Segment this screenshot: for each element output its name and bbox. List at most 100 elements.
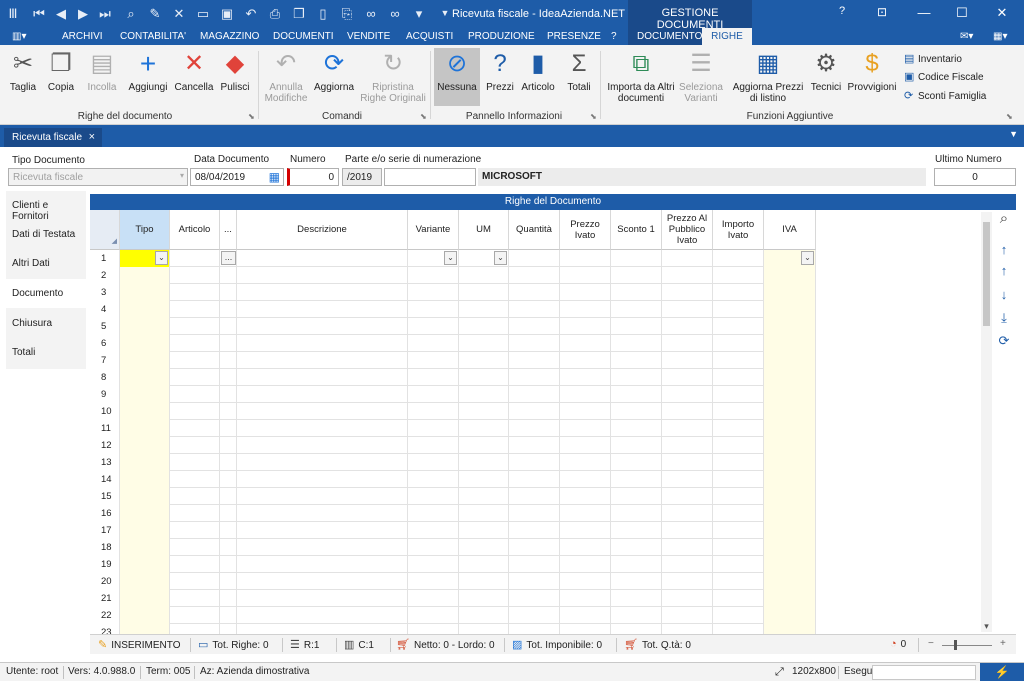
cell-articolo[interactable] [170,539,220,556]
cell-tipo[interactable] [120,318,170,335]
cell-sconto-1[interactable] [611,556,662,573]
cell-prezzo-ivato[interactable] [560,488,611,505]
cell-quantita[interactable] [509,471,560,488]
cell-descrizione[interactable] [237,369,408,386]
move-down-icon[interactable]: ↓ [994,287,1014,302]
col-variante[interactable]: Variante [408,210,459,250]
cell-quantita[interactable] [509,539,560,556]
cell-tipo[interactable] [120,420,170,437]
cell-tipo[interactable] [120,403,170,420]
cell-iva[interactable] [764,403,816,420]
cell-um[interactable] [459,590,509,607]
cell-sconto-1[interactable] [611,454,662,471]
cell-variante[interactable] [408,522,459,539]
cell-um[interactable] [459,318,509,335]
cell-importo-ivato[interactable] [713,267,764,284]
codice-fiscale-button[interactable]: ▣ Codice Fiscale [904,70,984,83]
cell-iva[interactable] [764,607,816,624]
cell-iva[interactable] [764,454,816,471]
calendar-icon[interactable]: ▦ [269,170,280,184]
cell-um[interactable] [459,420,509,437]
col-articolo[interactable]: Articolo [170,210,220,250]
menu-acquisti[interactable]: ACQUISTI [406,31,453,42]
cell-importo-ivato[interactable] [713,352,764,369]
cell-importo-ivato[interactable] [713,556,764,573]
cell-variante[interactable] [408,454,459,471]
pannello-launcher-icon[interactable]: ⬊ [590,112,597,121]
cell-ellipsis[interactable] [220,539,237,556]
cell-articolo[interactable] [170,590,220,607]
cell-iva[interactable] [764,522,816,539]
cell-prezzo-pubblico[interactable] [662,403,713,420]
cell-articolo[interactable] [170,386,220,403]
cell-sconto-1[interactable] [611,420,662,437]
cell-sconto-1[interactable] [611,539,662,556]
cell-prezzo-pubblico[interactable] [662,335,713,352]
table-row[interactable]: 8 [90,369,816,386]
cell-quantita[interactable] [509,505,560,522]
taglia-button[interactable]: ✂ Taglia [6,51,40,94]
cell-articolo[interactable] [170,301,220,318]
cell-tipo[interactable] [120,471,170,488]
cell-tipo[interactable] [120,352,170,369]
cell-variante[interactable] [408,318,459,335]
cell-articolo[interactable] [170,488,220,505]
esegui-input[interactable] [872,665,976,680]
cell-prezzo-ivato[interactable] [560,522,611,539]
scrollbar-thumb[interactable] [983,222,990,326]
copy-icon[interactable]: ❐ [290,6,308,22]
cell-prezzo-pubblico[interactable] [662,437,713,454]
cell-um[interactable] [459,403,509,420]
cell-sconto-1[interactable] [611,318,662,335]
zoom-in-button[interactable]: + [1000,638,1006,649]
cell-importo-ivato[interactable] [713,437,764,454]
cell-variante[interactable] [408,573,459,590]
grid-scrollbar[interactable]: ▾ [981,212,992,632]
cell-prezzo-ivato[interactable] [560,301,611,318]
row-number[interactable]: 4 [90,301,120,318]
row-number[interactable]: 21 [90,590,120,607]
table-row[interactable]: 1 ⌄... ⌄ ⌄ ⌄ [90,250,816,267]
cell-quantita[interactable] [509,454,560,471]
cell-tipo[interactable] [120,539,170,556]
cell-articolo[interactable] [170,352,220,369]
row-number[interactable]: 16 [90,505,120,522]
cell-tipo[interactable] [120,267,170,284]
lightning-icon[interactable]: ⚡ [980,663,1024,681]
cell-sconto-1[interactable] [611,369,662,386]
cell-sconto-1[interactable] [611,335,662,352]
cell-prezzo-ivato[interactable] [560,505,611,522]
cell-quantita[interactable] [509,573,560,590]
cell-quantita[interactable] [509,607,560,624]
cell-iva[interactable] [764,369,816,386]
cell-importo-ivato[interactable] [713,539,764,556]
cell-iva[interactable] [764,590,816,607]
cell-variante[interactable] [408,301,459,318]
zoom-slider-thumb[interactable] [954,640,957,650]
cell-prezzo-ivato[interactable] [560,386,611,403]
cell-descrizione[interactable] [237,318,408,335]
cell-importo-ivato[interactable] [713,318,764,335]
chevron-down-icon[interactable]: ⌄ [444,251,457,265]
cell-variante[interactable] [408,539,459,556]
cell-ellipsis[interactable] [220,284,237,301]
cell-um[interactable] [459,607,509,624]
cell-importo-ivato[interactable] [713,488,764,505]
table-row[interactable]: 6 [90,335,816,352]
cell-articolo[interactable] [170,335,220,352]
cell-ellipsis[interactable] [220,335,237,352]
cell-quantita[interactable] [509,369,560,386]
cell-variante[interactable] [408,437,459,454]
cell-tipo[interactable] [120,522,170,539]
cell-prezzo-pubblico[interactable] [662,301,713,318]
cell-quantita[interactable] [509,386,560,403]
cell-importo-ivato[interactable] [713,403,764,420]
table-row[interactable]: 23 [90,624,816,634]
cell-descrizione[interactable] [237,284,408,301]
cell-variante[interactable] [408,386,459,403]
cell-articolo[interactable] [170,505,220,522]
cell-importo-ivato[interactable] [713,250,764,267]
cell-articolo[interactable] [170,284,220,301]
cell-tipo[interactable] [120,386,170,403]
reload-icon[interactable]: ⟳ [994,333,1014,349]
